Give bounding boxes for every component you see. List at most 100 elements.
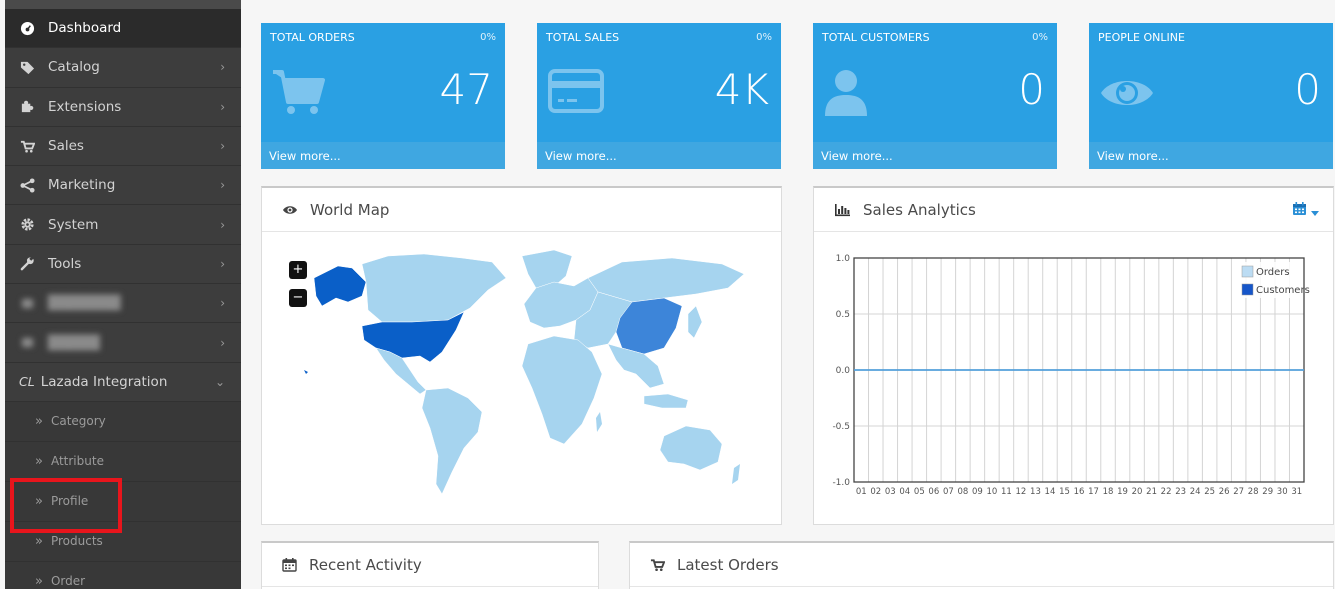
x-tick-label: 13 [1030,487,1041,497]
bar-chart-icon [834,203,851,217]
caret-down-icon [1311,201,1319,220]
x-tick-label: 25 [1204,487,1215,497]
map-region-canada[interactable] [361,253,507,323]
map-region-indonesia[interactable] [643,393,689,409]
view-more-link[interactable]: View more... [537,142,781,169]
sidebar-item-dashboard[interactable]: Dashboard [5,9,241,49]
tile-percent: 0% [480,31,496,43]
map-region-africa[interactable] [521,335,603,445]
sidebar-item-label: Dashboard [48,20,122,37]
user-icon [823,68,869,122]
redacted-label: ███████ [48,295,121,312]
map-region-hawaii[interactable] [304,370,308,374]
sidebar: Dashboard Catalog › Extensions › Sales › [5,0,241,589]
wrench-icon [19,256,35,272]
gear-icon [19,217,35,233]
panel-title: Latest Orders [677,555,779,574]
subitem-label: Category [50,414,106,429]
sidebar-item-system[interactable]: System › [5,205,241,245]
sidebar-subitem-attribute[interactable]: » Attribute [5,441,241,482]
sidebar-subitem-profile[interactable]: » Profile [5,481,241,522]
x-tick-label: 30 [1277,487,1288,497]
tile-value: 4K [714,65,769,114]
credit-card-icon [547,68,605,118]
sidebar-item-label: Extensions [48,98,122,115]
tile-body: 0 [813,51,1057,142]
eye-icon [1099,73,1155,117]
sidebar-subitem-category[interactable]: » Category [5,401,241,442]
y-tick-label: 1.0 [836,254,851,264]
tile-value: 0 [1018,65,1045,114]
panel-title: Sales Analytics [863,200,976,219]
panel-header: Latest Orders [630,543,1333,587]
y-tick-label: -1.0 [832,478,850,488]
x-tick-label: 03 [885,487,896,497]
chevron-down-icon: ⌄ [214,374,225,389]
map-region-south-america[interactable] [421,387,483,495]
x-tick-label: 14 [1045,487,1056,497]
x-tick-label: 17 [1088,487,1099,497]
sidebar-item-tools[interactable]: Tools › [5,245,241,285]
x-tick-label: 02 [870,487,881,497]
sidebar-item-sales[interactable]: Sales › [5,127,241,167]
chevron-right-icon: › [220,99,225,114]
sidebar-item-label: System [48,216,99,233]
map-region-australia[interactable] [659,425,723,471]
x-tick-label: 11 [1001,487,1012,497]
map-region-japan[interactable] [687,305,703,339]
map-region-madagascar[interactable] [596,412,602,432]
double-chevron-icon: » [35,493,43,509]
chevron-right-icon: › [220,296,225,311]
chevron-right-icon: › [220,60,225,75]
y-tick-label: -0.5 [832,422,850,432]
legend-swatch-orders [1241,265,1254,278]
view-more-link[interactable]: View more... [813,142,1057,169]
sidebar-item-label: Lazada Integration [40,373,168,390]
tile-body: 47 [261,51,505,142]
tile-percent: 0% [1032,31,1048,43]
sidebar-item-catalog[interactable]: Catalog › [5,48,241,88]
tile-body: 0 [1089,51,1333,142]
tile-people-online: PEOPLE ONLINE 0 View more... [1089,23,1333,169]
world-map[interactable] [292,248,762,508]
chevron-right-icon: › [220,139,225,154]
legend-swatch-customers [1241,283,1254,296]
date-range-dropdown[interactable] [1292,201,1319,220]
tile-title: TOTAL SALES [546,30,620,44]
sidebar-subitem-order[interactable]: » Order [5,561,241,589]
map-region-new-zealand[interactable] [732,464,740,484]
view-more-label: View more... [545,148,617,163]
sidebar-item-label: Sales [48,138,84,155]
share-icon [19,177,35,193]
tile-title: PEOPLE ONLINE [1098,30,1185,44]
x-tick-label: 04 [899,487,910,497]
chevron-right-icon: › [220,217,225,232]
sidebar-item-lazada-integration[interactable]: CL Lazada Integration ⌄ [5,363,241,402]
sidebar-item-redacted[interactable]: █████ › [5,323,241,363]
x-tick-label: 07 [943,487,954,497]
tile-percent: 0% [756,31,772,43]
x-tick-label: 12 [1016,487,1027,497]
map-region-alaska[interactable] [313,265,367,307]
view-more-label: View more... [821,148,893,163]
sidebar-item-extensions[interactable]: Extensions › [5,88,241,127]
x-tick-label: 15 [1059,487,1070,497]
calendar-icon [282,557,297,572]
x-tick-label: 08 [957,487,968,497]
view-more-link[interactable]: View more... [1089,142,1333,169]
sidebar-item-label: Marketing [48,177,116,194]
panel-title: Recent Activity [309,555,422,574]
eye-icon [282,204,298,216]
x-tick-label: 09 [972,487,983,497]
sidebar-subitem-products[interactable]: » Products [5,521,241,562]
view-more-link[interactable]: View more... [261,142,505,169]
sidebar-item-redacted[interactable]: ███████ › [5,284,241,324]
sidebar-item-label: Tools [48,255,82,272]
panel-header: Recent Activity [262,543,598,587]
x-tick-label: 31 [1291,487,1302,497]
subitem-label: Products [50,534,103,549]
redacted-icon [19,335,35,351]
sidebar-item-marketing[interactable]: Marketing › [5,166,241,206]
panel-header: World Map [262,188,781,232]
map-region-russia[interactable] [587,257,745,303]
